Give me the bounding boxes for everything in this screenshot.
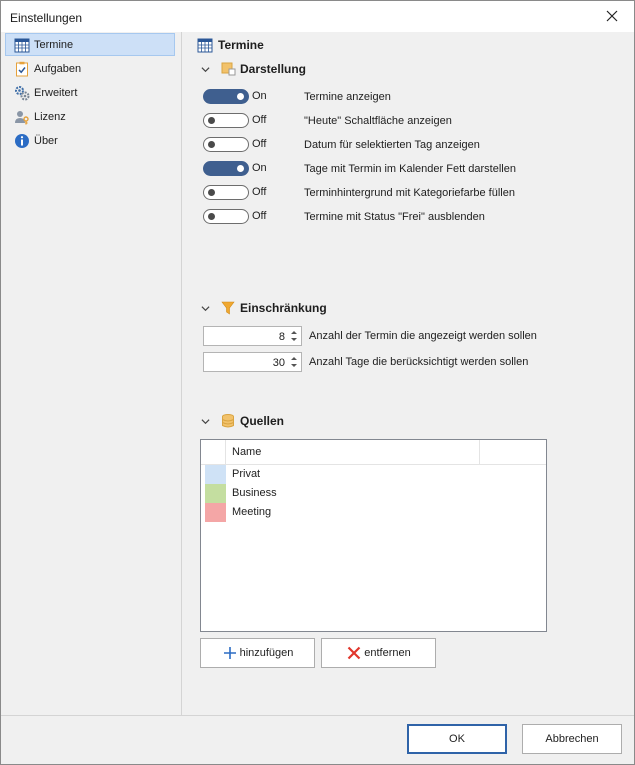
toggle-row: Off Termine mit Status "Frei" ausblenden bbox=[203, 208, 623, 226]
database-icon bbox=[220, 413, 236, 429]
nav-item-label: Termine bbox=[34, 38, 74, 51]
spin-buttons[interactable] bbox=[289, 328, 299, 344]
collapse-chevron[interactable] bbox=[201, 302, 213, 314]
clipboard-check-icon bbox=[14, 61, 30, 77]
settings-window: Einstellungen Termine Aufgaben Erweitert bbox=[0, 0, 635, 765]
sources-grid[interactable]: Name Privat Business Meeting bbox=[200, 439, 547, 632]
collapse-chevron[interactable] bbox=[201, 415, 213, 427]
close-icon bbox=[606, 10, 618, 22]
display-settings-icon bbox=[220, 61, 236, 77]
user-key-icon bbox=[14, 109, 30, 125]
add-source-button[interactable]: hinzufügen bbox=[200, 638, 315, 668]
remove-source-button[interactable]: entfernen bbox=[321, 638, 436, 668]
close-button[interactable] bbox=[594, 3, 630, 29]
spin-value: 8 bbox=[278, 331, 285, 343]
toggle-label: Termine anzeigen bbox=[304, 91, 391, 103]
table-row[interactable]: Meeting bbox=[201, 503, 546, 522]
count-spin-editor[interactable]: 8 bbox=[203, 326, 302, 346]
color-swatch bbox=[205, 503, 226, 522]
toggle-state: Off bbox=[252, 138, 267, 150]
nav-item-termine[interactable]: Termine bbox=[5, 33, 175, 56]
calendar-icon bbox=[14, 37, 30, 53]
plus-icon bbox=[223, 647, 236, 659]
toggle-knob bbox=[237, 93, 244, 100]
spin-value: 30 bbox=[272, 357, 285, 369]
toggle-row: On Tage mit Termin im Kalender Fett dars… bbox=[203, 160, 623, 178]
toggle-switch[interactable] bbox=[203, 137, 249, 152]
toggle-state: On bbox=[252, 90, 267, 102]
delete-x-icon bbox=[347, 646, 361, 660]
row-name: Privat bbox=[232, 468, 261, 480]
color-swatch bbox=[205, 484, 226, 503]
toggle-switch[interactable] bbox=[203, 209, 249, 224]
row-name: Business bbox=[232, 487, 277, 499]
spin-arrows-icon bbox=[291, 357, 297, 367]
toggle-label: Datum für selektierten Tag anzeigen bbox=[304, 139, 480, 151]
column-header-name[interactable]: Name bbox=[226, 440, 480, 465]
toggle-state: Off bbox=[252, 186, 267, 198]
settings-nav: Termine Aufgaben Erweitert Lizenz Über bbox=[1, 32, 182, 715]
settings-content: Termine Darstellung On Termine anzeigen … bbox=[183, 32, 634, 715]
cancel-button[interactable]: Abbrechen bbox=[522, 724, 622, 754]
nav-item-label: Über bbox=[34, 134, 58, 147]
spin-label: Anzahl Tage die berücksichtigt werden so… bbox=[309, 356, 529, 368]
row-name: Meeting bbox=[232, 506, 272, 518]
color-swatch bbox=[205, 465, 226, 484]
toggle-row: Off "Heute" Schaltfläche anzeigen bbox=[203, 112, 623, 130]
collapse-chevron[interactable] bbox=[201, 63, 213, 75]
calendar-icon bbox=[197, 38, 213, 53]
toggle-state: Off bbox=[252, 210, 267, 222]
toggle-row: Off Datum für selektierten Tag anzeigen bbox=[203, 136, 623, 154]
gears-icon bbox=[14, 85, 30, 101]
toggle-knob bbox=[237, 165, 244, 172]
nav-item-ueber[interactable]: Über bbox=[5, 129, 175, 152]
toggle-switch[interactable] bbox=[203, 161, 249, 176]
title-bar: Einstellungen bbox=[1, 1, 634, 32]
spin-buttons[interactable] bbox=[289, 354, 299, 370]
toggle-label: Termine mit Status "Frei" ausblenden bbox=[304, 211, 485, 223]
toggle-switch[interactable] bbox=[203, 113, 249, 128]
toggle-knob bbox=[208, 141, 215, 148]
ok-button[interactable]: OK bbox=[407, 724, 507, 754]
group-header-einschraenkung: Einschränkung bbox=[201, 300, 327, 316]
nav-item-erweitert[interactable]: Erweitert bbox=[5, 81, 175, 104]
toggle-knob bbox=[208, 189, 215, 196]
spin-row: 8 Anzahl der Termin die angezeigt werden… bbox=[203, 326, 623, 346]
toggle-switch[interactable] bbox=[203, 185, 249, 200]
info-icon bbox=[14, 133, 30, 149]
toggle-switch[interactable] bbox=[203, 89, 249, 104]
dialog-footer: OK Abbrechen bbox=[1, 715, 634, 764]
nav-item-label: Erweitert bbox=[34, 86, 78, 99]
days-spin-editor[interactable]: 30 bbox=[203, 352, 302, 372]
toggle-label: Terminhintergrund mit Kategoriefarbe fül… bbox=[304, 187, 515, 199]
filter-icon bbox=[220, 300, 236, 316]
nav-item-aufgaben[interactable]: Aufgaben bbox=[5, 57, 175, 80]
toggle-label: Tage mit Termin im Kalender Fett darstel… bbox=[304, 163, 516, 175]
toggle-state: Off bbox=[252, 114, 267, 126]
toggle-row: Off Terminhintergrund mit Kategoriefarbe… bbox=[203, 184, 623, 202]
spin-arrows-icon bbox=[291, 331, 297, 341]
nav-item-label: Lizenz bbox=[34, 110, 66, 123]
toggle-knob bbox=[208, 117, 215, 124]
chevron-down-icon bbox=[201, 66, 210, 72]
toggle-knob bbox=[208, 213, 215, 220]
toggle-row: On Termine anzeigen bbox=[203, 88, 623, 106]
group-header-quellen: Quellen bbox=[201, 413, 284, 429]
spin-label: Anzahl der Termin die angezeigt werden s… bbox=[309, 330, 537, 342]
table-row[interactable]: Privat bbox=[201, 465, 546, 484]
grid-header: Name bbox=[201, 440, 546, 465]
toggle-label: "Heute" Schaltfläche anzeigen bbox=[304, 115, 452, 127]
chevron-down-icon bbox=[201, 305, 210, 311]
row-indicator-header bbox=[201, 440, 226, 465]
toggle-state: On bbox=[252, 162, 267, 174]
window-title: Einstellungen bbox=[10, 11, 83, 25]
table-row[interactable]: Business bbox=[201, 484, 546, 503]
spin-row: 30 Anzahl Tage die berücksichtigt werden… bbox=[203, 352, 623, 372]
page-title: Termine bbox=[197, 37, 264, 53]
group-header-darstellung: Darstellung bbox=[201, 61, 306, 77]
nav-item-lizenz[interactable]: Lizenz bbox=[5, 105, 175, 128]
nav-item-label: Aufgaben bbox=[34, 62, 82, 75]
chevron-down-icon bbox=[201, 418, 210, 424]
